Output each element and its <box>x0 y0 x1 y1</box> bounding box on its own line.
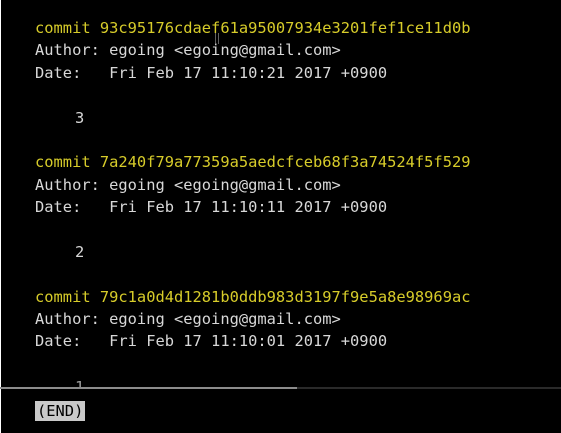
scrollbar-thumb[interactable] <box>0 387 298 389</box>
commit-hash-line: commit 7a240f79a77359a5aedcfceb68f3a7452… <box>35 153 471 172</box>
commit-hash-line: commit 93c95176cdaef61a95007934e3201fef1… <box>35 19 471 37</box>
commit-hash-line: commit 79c1a0d4d1281b0ddb983d3197f9e5a8e… <box>35 287 471 306</box>
commit-message-line: 3 <box>75 108 85 127</box>
commit-author-line: Author: egoing <egoing@gmail.com> <box>35 41 341 60</box>
commit-message-line: 2 <box>75 242 85 261</box>
commit-date-line: Date: Fri Feb 17 11:10:01 2017 +0900 <box>35 332 388 351</box>
git-log-output: commit 93c95176cdaef61a95007934e3201fef1… <box>35 17 561 353</box>
terminal-window[interactable]: commit 93c95176cdaef61a95007934e3201fef1… <box>0 0 561 433</box>
i-beam-cursor-icon <box>215 33 219 44</box>
commit-date-line: Date: Fri Feb 17 11:10:11 2017 +0900 <box>35 198 388 217</box>
horizontal-scrollbar[interactable] <box>0 387 561 389</box>
window-edge <box>0 0 1 433</box>
commit-author-line: Author: egoing <egoing@gmail.com> <box>35 175 341 194</box>
pager-end-indicator: (END) <box>35 401 86 421</box>
commit-date-line: Date: Fri Feb 17 11:10:21 2017 +0900 <box>35 63 388 82</box>
commit-author-line: Author: egoing <egoing@gmail.com> <box>35 310 341 329</box>
